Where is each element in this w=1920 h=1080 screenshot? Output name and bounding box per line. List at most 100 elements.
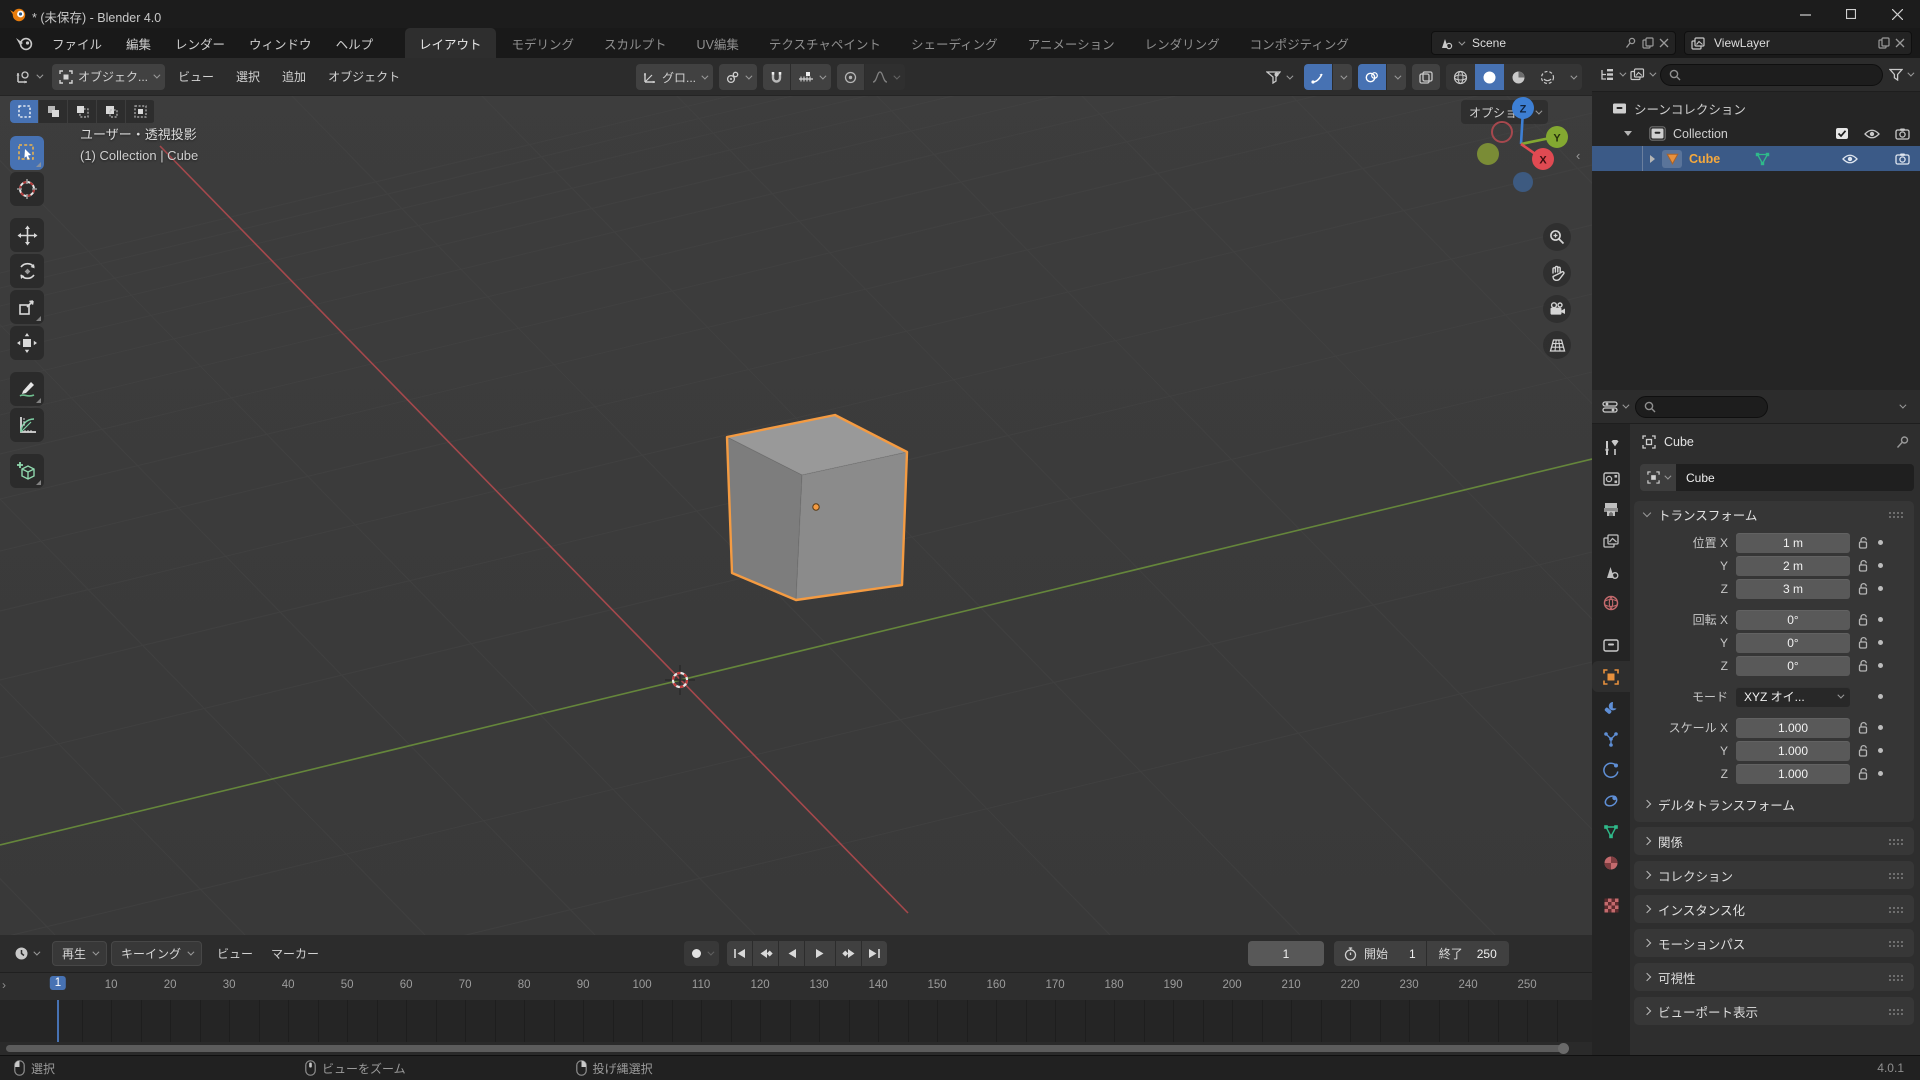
jump-to-start-button[interactable] [727, 941, 752, 966]
tool-move[interactable] [10, 218, 44, 252]
rotation-mode-select[interactable]: XYZ オイ... [1736, 686, 1850, 707]
playhead-line[interactable] [57, 1000, 59, 1042]
tool-cursor[interactable] [10, 172, 44, 206]
tab-output[interactable] [1592, 494, 1630, 525]
disable-render-camera-icon[interactable] [1895, 128, 1910, 140]
lock-icon[interactable] [1857, 659, 1870, 673]
loc-x-field[interactable]: 1 m [1736, 532, 1850, 553]
current-frame-field[interactable]: 1 [1248, 941, 1324, 966]
lock-icon[interactable] [1857, 536, 1870, 550]
workspace-tab-layout[interactable]: レイアウト [405, 28, 496, 58]
axis-y-ball[interactable]: Y [1546, 126, 1568, 148]
pin-icon[interactable] [1896, 435, 1910, 449]
minimize-button[interactable] [1782, 0, 1828, 28]
tool-rotate[interactable] [10, 254, 44, 288]
delta-transform-subpanel[interactable]: デルタトランスフォーム [1634, 792, 1914, 816]
outliner-row-collection[interactable]: Collection [1592, 121, 1920, 146]
tab-view-layer[interactable] [1592, 525, 1630, 556]
tab-modifiers[interactable] [1592, 692, 1630, 723]
menu-file[interactable]: ファイル [40, 28, 114, 58]
object-name-field[interactable]: Cube [1676, 464, 1914, 491]
breadcrumb-object[interactable]: Cube [1664, 435, 1694, 449]
lock-icon[interactable] [1857, 636, 1870, 650]
lock-icon[interactable] [1857, 767, 1870, 781]
tab-world[interactable] [1592, 587, 1630, 618]
select-intersect-button[interactable] [126, 100, 154, 123]
outliner-row-scene-collection[interactable]: シーンコレクション [1592, 96, 1920, 121]
workspace-tab-shading[interactable]: シェーディング [897, 28, 1012, 58]
prev-keyframe-button[interactable] [753, 941, 778, 966]
animate-dot[interactable] [1878, 694, 1883, 699]
axis-neg-y-ball[interactable] [1477, 143, 1499, 165]
timeline-scrollbar[interactable] [6, 1045, 1566, 1052]
expand-arrow-icon[interactable] [1624, 131, 1632, 136]
tool-select-box[interactable] [10, 136, 44, 170]
tool-measure[interactable] [10, 408, 44, 442]
workspace-tab-rendering[interactable]: レンダリング [1131, 28, 1234, 58]
tab-particles[interactable] [1592, 723, 1630, 754]
mode-selector[interactable]: オブジェク... [52, 63, 166, 90]
proportional-edit-toggle[interactable] [837, 64, 865, 90]
select-subtract-button[interactable] [68, 100, 96, 123]
panel-relations[interactable]: 関係 [1634, 827, 1914, 855]
panel-grip[interactable] [1888, 973, 1904, 981]
gizmo-dropdown[interactable] [1333, 64, 1352, 90]
pin-icon[interactable] [1625, 37, 1637, 49]
timeline-expand-arrow[interactable]: › [2, 978, 6, 992]
tab-scene[interactable] [1592, 556, 1630, 587]
lock-icon[interactable] [1857, 721, 1870, 735]
zoom-button[interactable] [1543, 223, 1571, 251]
navigation-gizmo[interactable]: Z Y X [1440, 78, 1590, 198]
animate-dot[interactable] [1878, 725, 1883, 730]
animate-dot[interactable] [1878, 617, 1883, 622]
loc-z-field[interactable]: 3 m [1736, 578, 1850, 599]
workspace-tab-modeling[interactable]: モデリング [498, 28, 589, 58]
next-keyframe-button[interactable] [836, 941, 861, 966]
maximize-button[interactable] [1828, 0, 1874, 28]
remove-view-layer-icon[interactable] [1895, 38, 1905, 48]
properties-editor-type-button[interactable] [1598, 400, 1630, 414]
menu-help[interactable]: ヘルプ [324, 28, 386, 58]
panel-grip[interactable] [1888, 837, 1904, 845]
properties-options-dropdown[interactable] [1899, 401, 1907, 409]
tab-tool[interactable] [1592, 432, 1630, 463]
scene-selector[interactable]: Scene [1431, 31, 1676, 55]
animate-dot[interactable] [1878, 748, 1883, 753]
show-overlays-toggle[interactable] [1358, 64, 1386, 90]
outliner-row-cube[interactable]: Cube [1592, 146, 1920, 171]
tool-scale[interactable] [10, 290, 44, 324]
menu-render[interactable]: レンダー [163, 28, 237, 58]
workspace-tab-compositing[interactable]: コンポジティング [1236, 28, 1363, 58]
jump-to-end-button[interactable] [862, 941, 887, 966]
panel-grip[interactable] [1888, 939, 1904, 947]
playback-menu[interactable]: 再生 [52, 941, 108, 966]
tab-material[interactable] [1592, 847, 1630, 878]
tab-render[interactable] [1592, 463, 1630, 494]
outliner-display-mode-button[interactable] [1630, 68, 1657, 81]
new-scene-icon[interactable] [1642, 37, 1654, 49]
tab-texture[interactable] [1592, 890, 1630, 921]
viewport-menu-add[interactable]: 追加 [273, 64, 315, 90]
panel-collections[interactable]: コレクション [1634, 861, 1914, 889]
panel-viewport-display[interactable]: ビューポート表示 [1634, 997, 1914, 1025]
animate-dot[interactable] [1878, 771, 1883, 776]
id-type-button[interactable] [1640, 464, 1676, 491]
camera-view-button[interactable] [1543, 295, 1571, 323]
sidebar-collapse-arrow[interactable]: ‹ [1576, 148, 1580, 163]
rot-x-field[interactable]: 0° [1736, 609, 1850, 630]
view-layer-selector[interactable]: ViewLayer [1684, 31, 1912, 55]
editor-type-button[interactable] [8, 64, 48, 90]
panel-grip[interactable] [1888, 905, 1904, 913]
pivot-point-selector[interactable] [719, 64, 758, 90]
animate-dot[interactable] [1878, 640, 1883, 645]
workspace-tab-animation[interactable]: アニメーション [1014, 28, 1129, 58]
tool-add-cube[interactable] [10, 454, 44, 488]
transform-panel-header[interactable]: トランスフォーム [1634, 501, 1914, 528]
menu-window[interactable]: ウィンドウ [237, 28, 324, 58]
pan-button[interactable] [1543, 259, 1571, 287]
tab-object-data[interactable] [1592, 816, 1630, 847]
snap-target-selector[interactable] [791, 64, 832, 90]
lock-icon[interactable] [1857, 559, 1870, 573]
axis-neg-z-ball[interactable] [1513, 172, 1533, 192]
workspace-tab-uv[interactable]: UV編集 [683, 28, 753, 58]
